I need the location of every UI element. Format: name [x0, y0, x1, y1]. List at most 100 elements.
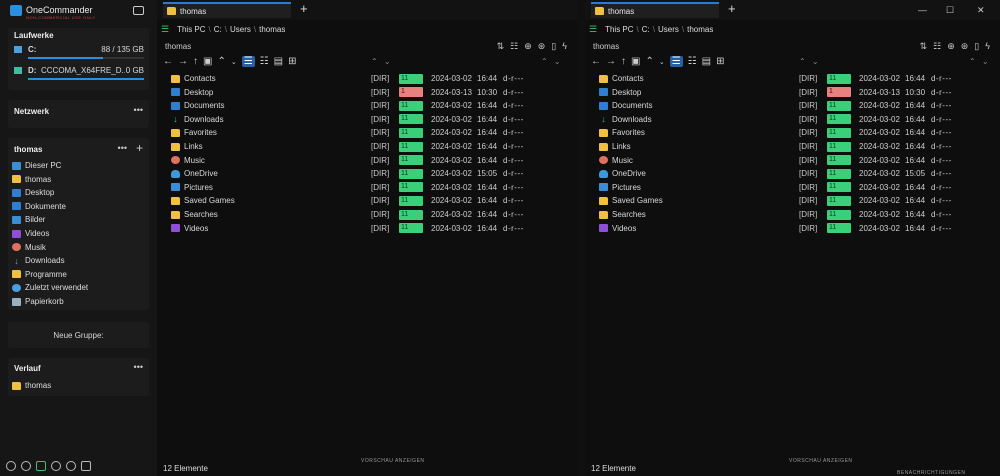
- preview-toggle[interactable]: VORSCHAU ANZEIGEN: [789, 458, 853, 464]
- file-row[interactable]: Links [DIR] 11 2024-03-02 16:44 d-r---: [599, 140, 979, 153]
- menu-icon[interactable]: ☰: [589, 24, 597, 35]
- settings-icon[interactable]: [6, 461, 16, 471]
- sidebar-item-musik[interactable]: Musik: [12, 241, 46, 254]
- file-row[interactable]: Videos [DIR] 11 2024-03-02 16:44 d-r---: [171, 222, 551, 235]
- breadcrumb-thomas[interactable]: thomas: [687, 25, 713, 34]
- file-row[interactable]: Saved Games [DIR] 11 2024-03-02 16:44 d-r---: [599, 194, 979, 207]
- drive-c[interactable]: C: 88 / 135 GB: [14, 45, 144, 63]
- back-icon[interactable]: ←: [163, 56, 173, 67]
- back-icon[interactable]: ←: [591, 56, 601, 67]
- chevron-up-icon[interactable]: ⌃: [217, 56, 225, 67]
- list-view-icon[interactable]: ☷: [260, 56, 269, 67]
- more-options-icon[interactable]: •••: [134, 362, 143, 372]
- calendar-icon[interactable]: ▣: [631, 56, 640, 67]
- tab-thomas[interactable]: thomas: [163, 2, 291, 18]
- tag-icon[interactable]: ⊛: [538, 41, 546, 52]
- close-icon[interactable]: ✕: [977, 5, 985, 16]
- file-row[interactable]: OneDrive [DIR] 11 2024-03-02 15:05 d-r---: [599, 167, 979, 180]
- pane-divider[interactable]: [577, 0, 585, 476]
- drive-d[interactable]: D: CCCOMA_X64FRE_D... 0 GB: [14, 66, 144, 84]
- file-row[interactable]: Saved Games [DIR] 11 2024-03-02 16:44 d-r---: [171, 194, 551, 207]
- sort-arrows-icon[interactable]: ⌃ ⌄: [371, 57, 393, 66]
- file-row[interactable]: OneDrive [DIR] 11 2024-03-02 15:05 d-r---: [171, 167, 551, 180]
- file-row[interactable]: Music [DIR] 11 2024-03-02 16:44 d-r---: [171, 154, 551, 167]
- flash-icon[interactable]: ϟ: [985, 41, 990, 52]
- new-tab-icon[interactable]: +: [300, 2, 308, 16]
- file-row[interactable]: Searches [DIR] 11 2024-03-02 16:44 d-r---: [171, 208, 551, 221]
- sort-arrows-icon[interactable]: ⌃ ⌄: [969, 57, 991, 66]
- info-icon[interactable]: [21, 461, 31, 471]
- grid-view-icon[interactable]: ⊞: [288, 56, 296, 67]
- breadcrumb-users[interactable]: Users: [230, 25, 251, 34]
- file-row[interactable]: ↓ Downloads [DIR] 11 2024-03-02 16:44 d-r---: [599, 113, 979, 126]
- file-row[interactable]: Pictures [DIR] 11 2024-03-02 16:44 d-r---: [171, 181, 551, 194]
- more-options-icon[interactable]: •••: [118, 143, 127, 153]
- sidebar-item-programme[interactable]: Programme: [12, 268, 67, 281]
- user-icon[interactable]: [66, 461, 76, 471]
- file-row[interactable]: Favorites [DIR] 11 2024-03-02 16:44 d-r---: [599, 126, 979, 139]
- favorites-title[interactable]: thomas: [14, 145, 42, 154]
- breadcrumb-c[interactable]: C:: [214, 25, 222, 34]
- sidebar-item-desktop[interactable]: Desktop: [12, 186, 54, 199]
- file-row[interactable]: Videos [DIR] 11 2024-03-02 16:44 d-r---: [599, 222, 979, 235]
- clipboard-icon[interactable]: ▯: [551, 41, 556, 52]
- preview-toggle[interactable]: VORSCHAU ANZEIGEN: [361, 458, 425, 464]
- network-title[interactable]: Netzwerk: [14, 107, 49, 116]
- folder-plus-icon[interactable]: [36, 461, 46, 471]
- search-icon[interactable]: [51, 461, 61, 471]
- new-item-icon[interactable]: ⊕: [947, 41, 955, 52]
- details-view-icon[interactable]: ☰: [241, 56, 255, 67]
- sidebar-item-videos[interactable]: Videos: [12, 227, 49, 240]
- sort-arrows-icon[interactable]: ⌃ ⌄: [541, 57, 563, 66]
- file-row[interactable]: Favorites [DIR] 11 2024-03-02 16:44 d-r---: [171, 126, 551, 139]
- new-group-button[interactable]: Neue Gruppe:: [8, 322, 149, 348]
- file-row[interactable]: ↓ Downloads [DIR] 11 2024-03-02 16:44 d-r---: [171, 113, 551, 126]
- breadcrumb-thomas[interactable]: thomas: [259, 25, 285, 34]
- file-row[interactable]: Pictures [DIR] 11 2024-03-02 16:44 d-r---: [599, 181, 979, 194]
- new-tab-icon[interactable]: +: [728, 2, 736, 16]
- file-row[interactable]: Documents [DIR] 11 2024-03-02 16:44 d-r---: [599, 99, 979, 112]
- file-row[interactable]: Desktop [DIR] 1 2024-03-13 10:30 d-r---: [171, 86, 551, 99]
- file-row[interactable]: Documents [DIR] 11 2024-03-02 16:44 d-r---: [171, 99, 551, 112]
- breadcrumb-this-pc[interactable]: This PC: [605, 25, 633, 34]
- file-row[interactable]: Searches [DIR] 11 2024-03-02 16:44 d-r---: [599, 208, 979, 221]
- sidebar-item-dieser-pc[interactable]: Dieser PC: [12, 159, 61, 172]
- chevron-down-icon[interactable]: ⌄: [659, 58, 665, 66]
- sort-icon[interactable]: ⇅: [497, 41, 505, 52]
- up-icon[interactable]: ↑: [193, 56, 198, 67]
- sidebar-item-zuletzt-verwendet[interactable]: Zuletzt verwendet: [12, 281, 88, 294]
- more-options-icon[interactable]: •••: [134, 105, 143, 115]
- forward-icon[interactable]: →: [178, 56, 188, 67]
- checklist-icon[interactable]: ☷: [933, 41, 941, 52]
- tag-icon[interactable]: ⊛: [961, 41, 969, 52]
- sidebar-item-dokumente[interactable]: Dokumente: [12, 200, 66, 213]
- details-view-icon[interactable]: ☰: [669, 56, 683, 67]
- checklist-icon[interactable]: ☷: [510, 41, 518, 52]
- tiles-view-icon[interactable]: ▤: [274, 56, 283, 67]
- breadcrumb-c[interactable]: C:: [642, 25, 650, 34]
- file-row[interactable]: Links [DIR] 11 2024-03-02 16:44 d-r---: [171, 140, 551, 153]
- flash-icon[interactable]: ϟ: [562, 41, 567, 52]
- notifications-label[interactable]: BENACHRICHTIGUNGEN: [897, 470, 965, 476]
- file-row[interactable]: Desktop [DIR] 1 2024-03-13 10:30 d-r---: [599, 86, 979, 99]
- list-view-icon[interactable]: ☷: [688, 56, 697, 67]
- sidebar-item-papierkorb[interactable]: Papierkorb: [12, 295, 64, 308]
- file-row[interactable]: Contacts [DIR] 11 2024-03-02 16:44 d-r---: [599, 72, 979, 85]
- menu-icon[interactable]: ☰: [161, 24, 169, 35]
- maximize-icon[interactable]: ☐: [946, 5, 954, 16]
- message-icon[interactable]: [81, 461, 91, 471]
- new-item-icon[interactable]: ⊕: [524, 41, 532, 52]
- clipboard-icon[interactable]: ▯: [974, 41, 979, 52]
- chevron-down-icon[interactable]: ⌄: [231, 58, 237, 66]
- forward-icon[interactable]: →: [606, 56, 616, 67]
- breadcrumb-this-pc[interactable]: This PC: [177, 25, 205, 34]
- file-row[interactable]: Music [DIR] 11 2024-03-02 16:44 d-r---: [599, 154, 979, 167]
- sidebar-item-bilder[interactable]: Bilder: [12, 213, 45, 226]
- grid-view-icon[interactable]: ⊞: [716, 56, 724, 67]
- chat-icon[interactable]: [133, 6, 144, 15]
- history-item[interactable]: thomas: [12, 379, 51, 392]
- up-icon[interactable]: ↑: [621, 56, 626, 67]
- chevron-up-icon[interactable]: ⌃: [645, 56, 653, 67]
- breadcrumb-users[interactable]: Users: [658, 25, 679, 34]
- sidebar-item-thomas[interactable]: thomas: [12, 173, 51, 186]
